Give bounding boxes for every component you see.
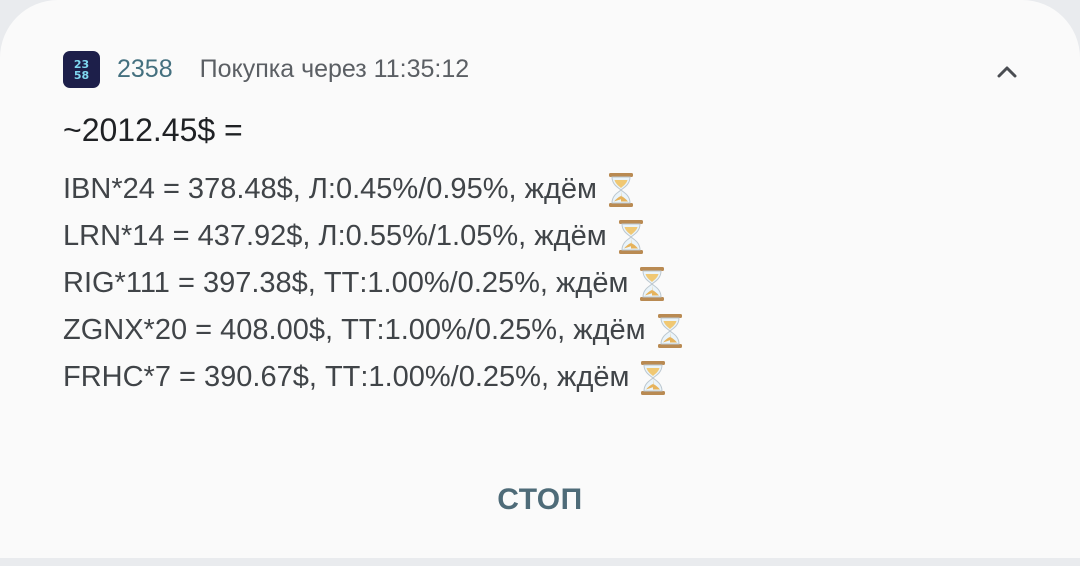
notification-header: 23 58 2358 Покупка через 11:35:12: [63, 50, 469, 88]
list-item: ZGNX*20 = 408.00$, ТТ:1.00%/0.25%, ждём: [63, 307, 684, 354]
list-item: RIG*111 = 397.38$, ТТ:1.00%/0.25%, ждём: [63, 260, 684, 307]
order-text: FRHC*7 = 390.67$, ТТ:1.00%/0.25%, ждём: [63, 361, 630, 393]
hourglass-icon: [617, 219, 645, 255]
order-list: IBN*24 = 378.48$, Л:0.45%/0.95%, ждём LR…: [63, 166, 684, 401]
app-icon-line-2: 58: [73, 68, 90, 82]
order-text: LRN*14 = 437.92$, Л:0.55%/1.05%, ждём: [63, 220, 607, 252]
hourglass-icon: [638, 266, 666, 302]
hourglass-icon: [639, 360, 667, 396]
list-item: FRHC*7 = 390.67$, ТТ:1.00%/0.25%, ждём: [63, 354, 684, 401]
list-item: IBN*24 = 378.48$, Л:0.45%/0.95%, ждём: [63, 166, 684, 213]
notification-subtitle: Покупка через 11:35:12: [199, 54, 470, 83]
app-icon-line-1: 23: [73, 57, 90, 71]
hourglass-icon: [607, 172, 635, 208]
stop-button[interactable]: СТОП: [470, 475, 610, 525]
app-name: 2358: [117, 54, 173, 83]
app-icon: 23 58: [63, 50, 100, 88]
order-text: ZGNX*20 = 408.00$, ТТ:1.00%/0.25%, ждём: [63, 314, 646, 346]
list-item: LRN*14 = 437.92$, Л:0.55%/1.05%, ждём: [63, 213, 684, 260]
hourglass-icon: [656, 313, 684, 349]
order-text: IBN*24 = 378.48$, Л:0.45%/0.95%, ждём: [63, 173, 597, 205]
order-text: RIG*111 = 397.38$, ТТ:1.00%/0.25%, ждём: [63, 267, 629, 299]
notification-card[interactable]: 23 58 2358 Покупка через 11:35:12 ~2012.…: [0, 0, 1080, 558]
chevron-up-icon[interactable]: [990, 58, 1024, 84]
notification-title: ~2012.45$ =: [63, 112, 243, 148]
